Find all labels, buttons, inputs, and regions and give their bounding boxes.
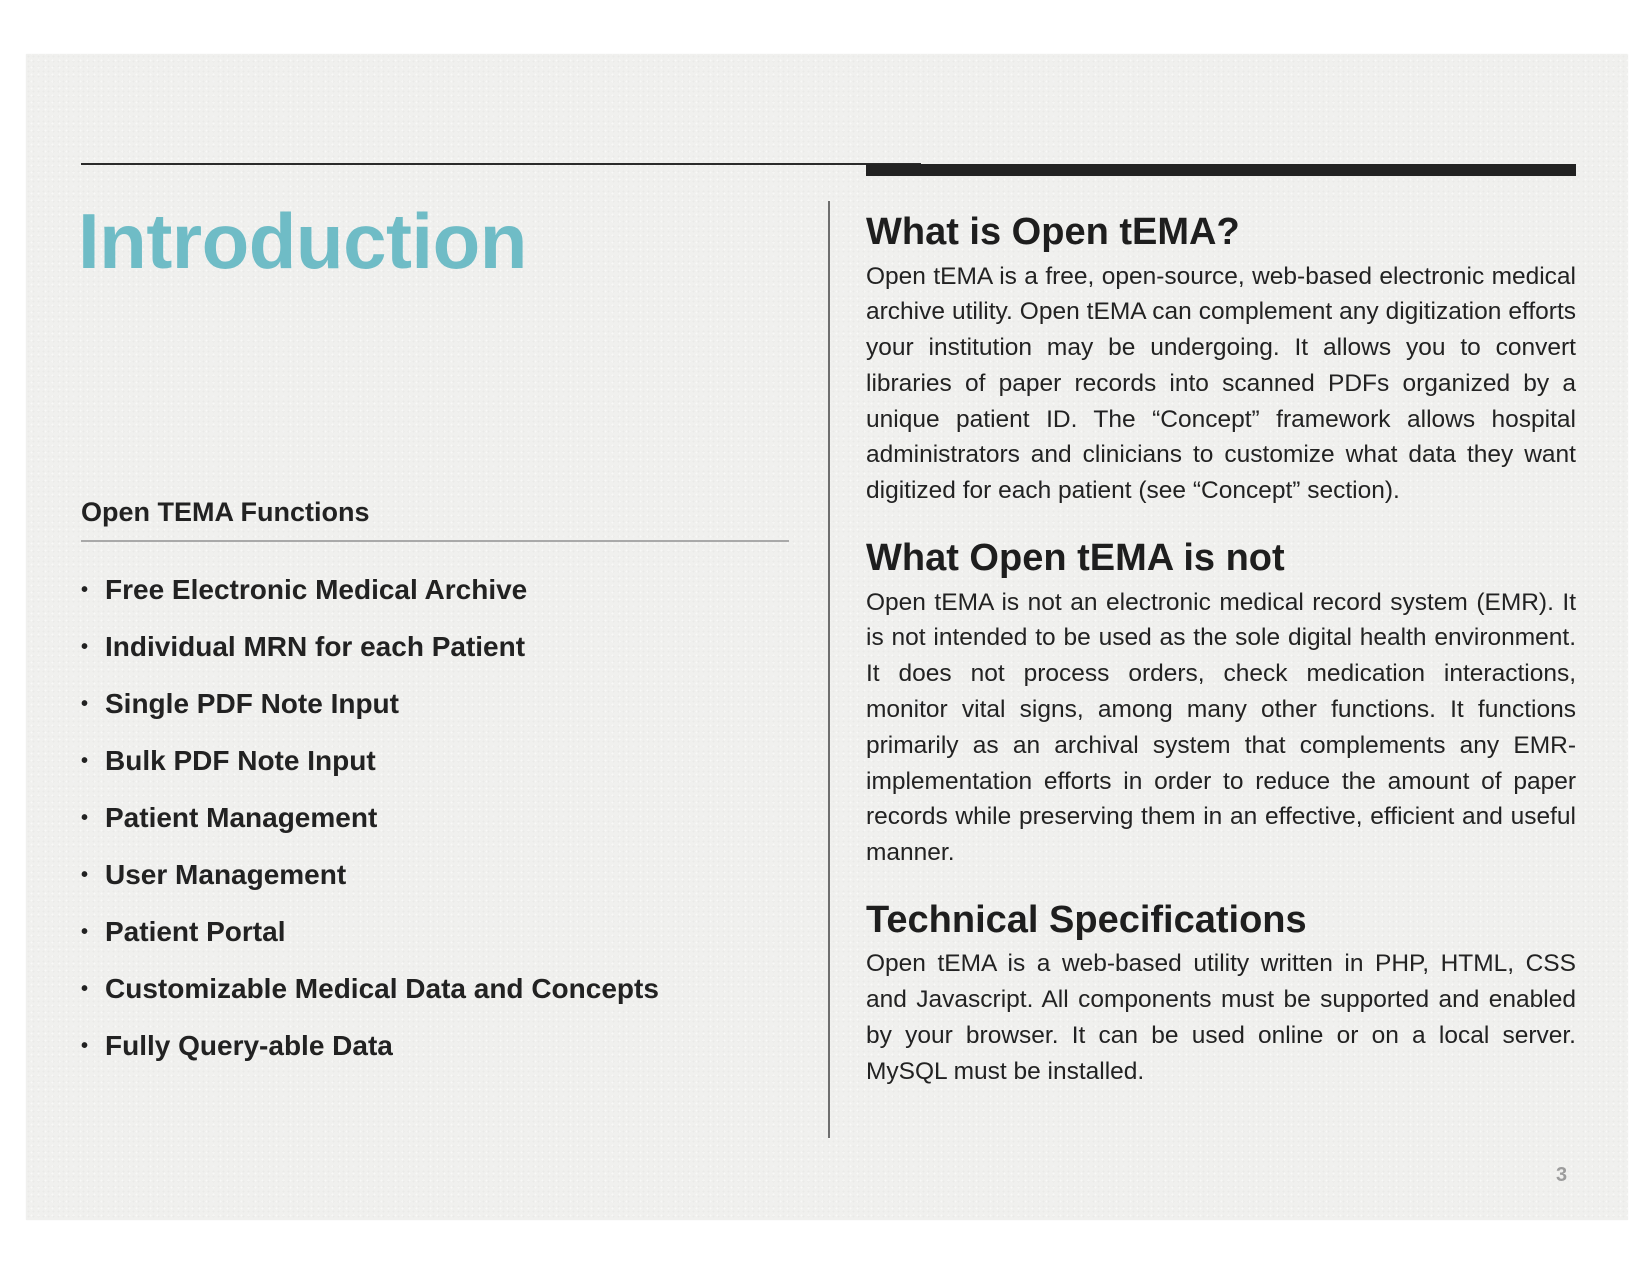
top-rule-thin [81, 163, 921, 165]
bullet-icon: • [81, 978, 89, 1000]
section-what-is-not: What Open tEMA is not Open tEMA is not a… [866, 535, 1576, 871]
bullet-icon: • [81, 579, 89, 601]
top-rule-thick [866, 164, 1576, 176]
function-label: Individual MRN for each Patient [105, 631, 526, 662]
list-item: • Fully Query-able Data [81, 1030, 659, 1087]
bullet-icon: • [81, 864, 89, 886]
function-label: Free Electronic Medical Archive [105, 574, 528, 605]
function-label: Fully Query-able Data [105, 1030, 393, 1061]
list-item: • User Management [81, 859, 659, 916]
function-label: Single PDF Note Input [105, 688, 399, 719]
bullet-icon: • [81, 921, 89, 943]
list-item: • Patient Management [81, 802, 659, 859]
list-item: • Free Electronic Medical Archive [81, 574, 659, 631]
section-body: Open tEMA is not an electronic medical r… [866, 588, 1576, 867]
function-label: User Management [105, 859, 347, 890]
bullet-icon: • [81, 750, 89, 772]
function-label: Bulk PDF Note Input [105, 745, 376, 776]
column-divider [828, 201, 830, 1138]
section-heading: Technical Specifications [866, 898, 1307, 941]
list-item: • Patient Portal [81, 916, 659, 973]
page-title: Introduction [78, 197, 527, 285]
list-item: • Individual MRN for each Patient [81, 631, 659, 688]
functions-heading-rule [81, 540, 789, 542]
function-label: Patient Portal [105, 916, 286, 947]
right-column: What is Open tEMA? Open tEMA is a free, … [866, 209, 1576, 1090]
list-item: • Single PDF Note Input [81, 688, 659, 745]
section-what-is: What is Open tEMA? Open tEMA is a free, … [866, 209, 1576, 509]
section-body: Open tEMA is a free, open-source, web-ba… [866, 262, 1576, 505]
list-item: • Bulk PDF Note Input [81, 745, 659, 802]
functions-heading: Open TEMA Functions [81, 497, 370, 527]
bullet-icon: • [81, 636, 89, 658]
section-body: Open tEMA is a web-based utility written… [866, 950, 1576, 1085]
function-label: Customizable Medical Data and Concepts [105, 973, 659, 1004]
section-heading: What is Open tEMA? [866, 211, 1240, 253]
bullet-icon: • [81, 807, 89, 829]
section-heading: What Open tEMA is not [866, 537, 1285, 580]
bullet-icon: • [81, 1035, 89, 1057]
list-item: • Customizable Medical Data and Concepts [81, 973, 659, 1030]
page-number: 3 [1556, 1164, 1568, 1186]
functions-list: • Free Electronic Medical Archive • Indivi… [81, 574, 659, 1087]
bullet-icon: • [81, 693, 89, 715]
document-page: Introduction Open TEMA Functions • Free E… [26, 54, 1628, 1220]
function-label: Patient Management [105, 802, 378, 833]
section-technical-specifications: Technical Specifications Open tEMA is a … [866, 897, 1576, 1090]
